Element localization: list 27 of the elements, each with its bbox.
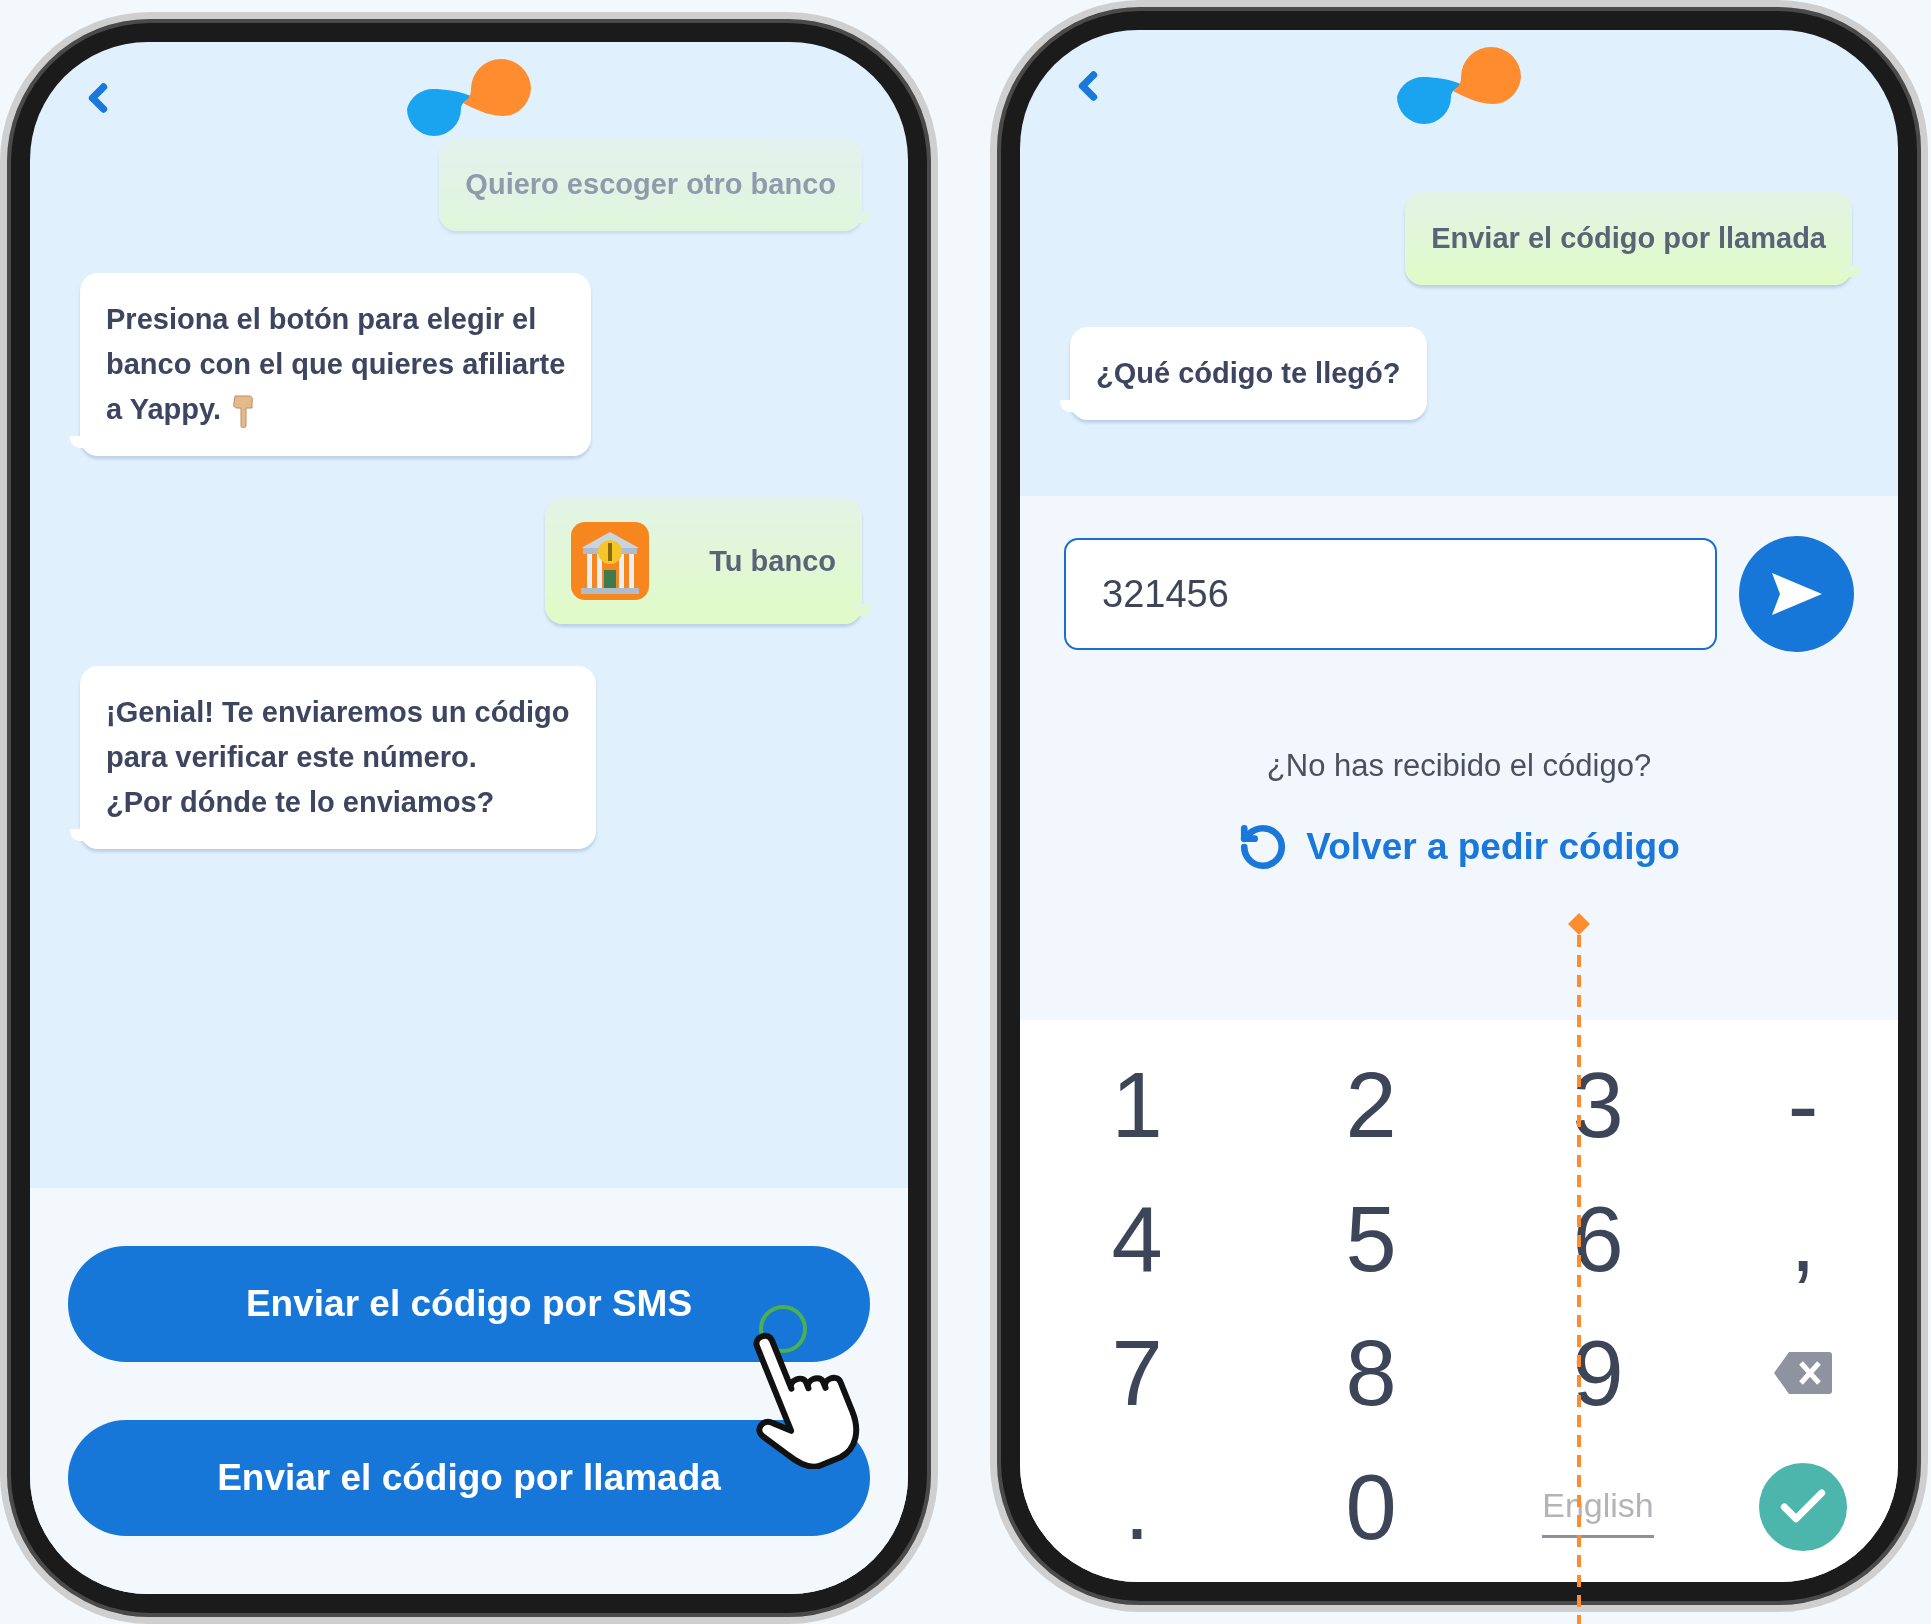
keypad-key[interactable]: 7 <box>1111 1327 1163 1419</box>
message-text: ¿Qué código te llegó? <box>1096 356 1401 391</box>
message-text: Enviar el código por llamada <box>1431 221 1826 256</box>
keypad-key[interactable]: 2 <box>1345 1059 1397 1151</box>
keypad-key[interactable]: 8 <box>1345 1327 1397 1419</box>
keypad-key[interactable]: 5 <box>1345 1193 1397 1285</box>
code-input-field[interactable]: 321456 <box>1064 538 1717 650</box>
keypad-key[interactable]: - <box>1787 1059 1819 1151</box>
keypad-key[interactable]: 9 <box>1572 1327 1624 1419</box>
send-code-button[interactable]: Enviar el código por SMS <box>68 1246 870 1362</box>
resend-code-link[interactable]: Volver a pedir código <box>1238 822 1680 872</box>
keypad-key[interactable]: , <box>1790 1193 1816 1285</box>
message-text: ¡Genial! Te enviaremos un código para verificar este número. ¿Por dónde te lo enviamos? <box>106 695 570 820</box>
keypad-key[interactable]: 1 <box>1111 1059 1163 1151</box>
backspace-icon[interactable] <box>1773 1350 1833 1396</box>
diamond-marker-icon <box>1566 911 1592 937</box>
keypad-key[interactable]: 3 <box>1572 1059 1624 1151</box>
keypad-key[interactable]: . <box>1124 1461 1150 1553</box>
send-code-button[interactable]: Enviar el código por llamada <box>68 1420 870 1536</box>
send-icon <box>1769 571 1824 617</box>
keypad-key[interactable]: 0 <box>1345 1461 1397 1553</box>
keypad-key[interactable]: 4 <box>1111 1193 1163 1285</box>
message-text: Quiero escoger otro banco <box>465 167 836 202</box>
no-code-hint: ¿No has recibido el código? <box>1266 748 1652 784</box>
message-text: Presiona el botón para elegir el banco con el que quieres afiliarte a Yappy. <box>106 297 566 432</box>
message-text: Tu banco <box>709 543 836 579</box>
bank-icon <box>571 522 650 600</box>
